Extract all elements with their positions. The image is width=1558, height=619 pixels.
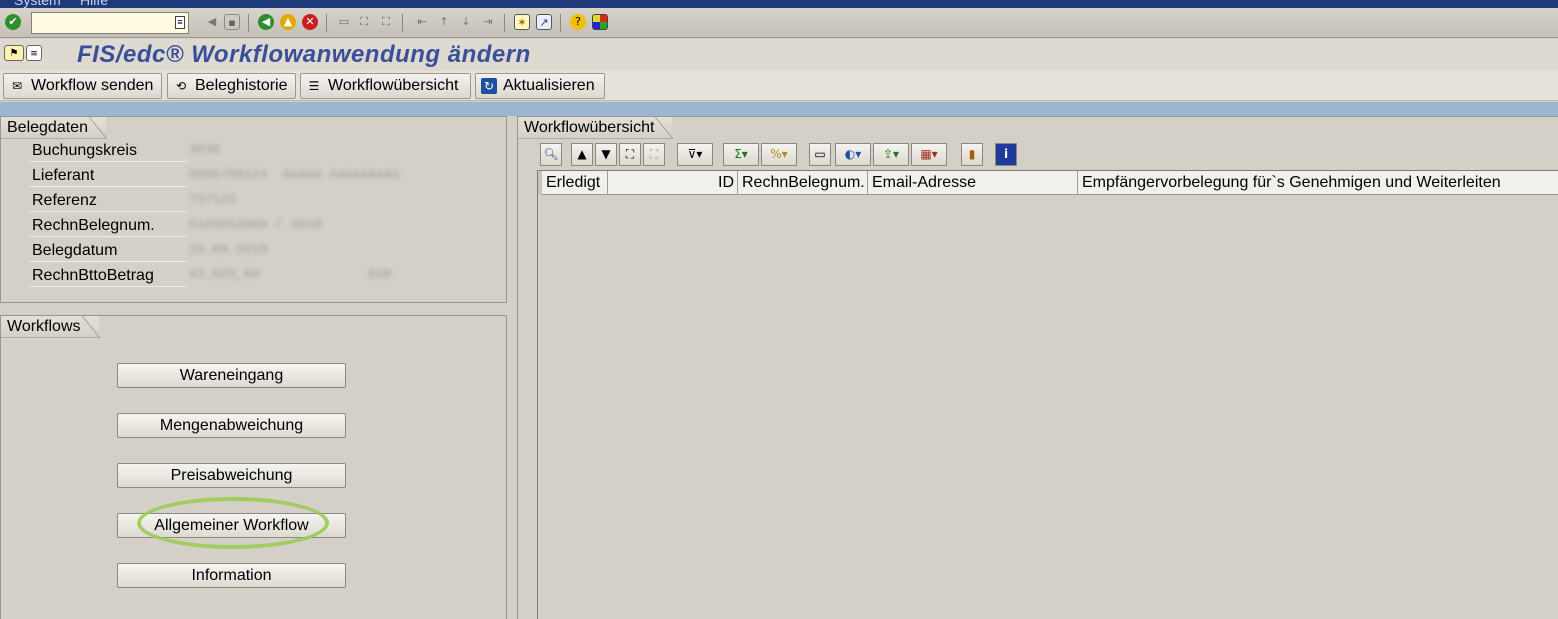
overview-icon: ☰ <box>308 79 320 93</box>
column-erledigt[interactable]: Erledigt <box>542 171 608 195</box>
history-icon: ⟲ <box>175 79 187 93</box>
sort-ascending-icon[interactable]: ▲ <box>571 143 593 166</box>
send-icon: ✉ <box>11 79 23 93</box>
refresh-icon: ↻ <box>481 78 497 94</box>
column-id[interactable]: ID <box>608 171 738 195</box>
find-next-icon[interactable]: ⛶ <box>643 143 665 166</box>
menu-help[interactable]: Hilfe <box>80 0 108 8</box>
field-label: Belegdatum <box>29 240 187 262</box>
workflow-senden-button[interactable]: ✉ Workflow senden <box>3 73 162 99</box>
graphic-icon[interactable]: ▮ <box>961 143 983 166</box>
field-label: Lieferant <box>29 165 187 187</box>
table-header: Erledigt ID RechnBelegnum. Email-Adresse… <box>538 171 1558 195</box>
field-value: 3030 <box>189 142 221 157</box>
layout-icon[interactable]: ▦▾ <box>911 143 947 166</box>
field-label: RechnBttoBetrag <box>29 265 187 287</box>
button-label: Workflowübersicht <box>328 77 459 94</box>
field-value: 25.09.2019 <box>189 242 268 257</box>
command-history-icon[interactable]: ≡ <box>175 16 185 29</box>
workflowuebersicht-title: Workflowübersicht <box>518 117 674 139</box>
alv-toolbar: 🔍︎ ▲ ▼ ⛶ ⛶ ⊽▾ Σ▾ %▾ ▭ ◐▾ ⇪▾ ▦▾ ▮ i <box>537 141 1558 169</box>
help-icon[interactable]: ? <box>570 14 586 30</box>
find-next-icon[interactable]: ⛶ <box>378 14 394 30</box>
subtotal-icon[interactable]: %▾ <box>761 143 797 166</box>
field-label: RechnBelegnum. <box>29 215 187 237</box>
customize-layout-icon[interactable] <box>592 14 608 30</box>
field-referenz: Referenz 737122 <box>29 190 499 213</box>
filter-icon[interactable]: ⊽▾ <box>677 143 713 166</box>
print-icon[interactable]: ▭ <box>809 143 831 166</box>
toolbar-separator <box>504 14 505 32</box>
field-belegdatum: Belegdatum 25.09.2019 <box>29 240 499 263</box>
field-rechnbttobetrag: RechnBttoBetrag 43.025,09 EUR <box>29 265 499 288</box>
export-icon[interactable]: ⇪▾ <box>873 143 909 166</box>
save-icon[interactable]: ▪ <box>224 14 240 30</box>
exit-icon[interactable]: ▲ <box>280 14 296 30</box>
command-field[interactable]: ≡ <box>31 12 189 34</box>
field-value: 0000709124 AAAAA AAAAAAAAA <box>189 167 400 182</box>
title-bar: ⚑ ≡ FIS/edc® Workflowanwendung ändern <box>0 39 1558 71</box>
belegdaten-panel: Belegdaten Buchungskreis 3030 Lieferant … <box>0 116 507 303</box>
first-page-icon[interactable]: ⇤ <box>414 14 430 30</box>
field-lieferant: Lieferant 0000709124 AAAAA AAAAAAAAA <box>29 165 499 188</box>
button-label: Aktualisieren <box>503 77 595 94</box>
field-rechnbelegnum: RechnBelegnum. 5103252089 / 2019 <box>29 215 499 238</box>
command-input[interactable] <box>32 13 172 33</box>
find-icon[interactable]: ⛶ <box>619 143 641 166</box>
allgemeiner-workflow-button[interactable]: Allgemeiner Workflow <box>117 513 346 538</box>
last-page-icon[interactable]: ⇥ <box>480 14 496 30</box>
mengenabweichung-button[interactable]: Mengenabweichung <box>117 413 346 438</box>
screen-list-icon[interactable]: ≡ <box>26 45 42 61</box>
column-rechnbelegnum[interactable]: RechnBelegnum. <box>738 171 868 195</box>
views-icon[interactable]: ◐▾ <box>835 143 871 166</box>
next-page-icon[interactable]: ↓ <box>458 14 474 30</box>
toolbar-separator <box>326 14 327 32</box>
belegdaten-title: Belegdaten <box>1 117 107 139</box>
field-value: 43.025,09 EUR <box>189 267 392 282</box>
enter-icon[interactable]: ✔ <box>5 14 21 30</box>
information-button[interactable]: Information <box>117 563 346 588</box>
find-icon[interactable]: ⛶ <box>356 14 372 30</box>
field-label: Buchungskreis <box>29 140 187 162</box>
page-title: FIS/edc® Workflowanwendung ändern <box>77 41 531 68</box>
menu-bar: System Hilfe <box>0 0 1558 8</box>
field-value: 5103252089 / 2019 <box>189 217 322 232</box>
column-empfaengervorbelegung[interactable]: Empfängervorbelegung für`s Genehmigen un… <box>1078 171 1558 195</box>
system-toolbar: ✔ ≡ ◀ ▪ ◀ ▲ ✕ ▭ ⛶ ⛶ ⇤ ↑ ↓ ⇥ ✶ ↗ ? <box>0 8 1558 38</box>
details-icon[interactable]: 🔍︎ <box>540 143 562 166</box>
workflowuebersicht-button[interactable]: ☰ Workflowübersicht <box>300 73 471 99</box>
column-email-adresse[interactable]: Email-Adresse <box>868 171 1078 195</box>
preisabweichung-button[interactable]: Preisabweichung <box>117 463 346 488</box>
cancel-icon[interactable]: ✕ <box>302 14 318 30</box>
menu-system[interactable]: System <box>14 0 61 8</box>
field-label: Referenz <box>29 190 187 212</box>
sort-descending-icon[interactable]: ▼ <box>595 143 617 166</box>
sum-icon[interactable]: Σ▾ <box>723 143 759 166</box>
screen-menu-icon[interactable]: ⚑ <box>4 45 24 61</box>
shortcut-icon[interactable]: ↗ <box>536 14 552 30</box>
divider-strip <box>0 102 1558 116</box>
create-session-icon[interactable]: ✶ <box>514 14 530 30</box>
toolbar-separator <box>402 14 403 32</box>
info-icon[interactable]: i <box>995 143 1017 166</box>
beleghistorie-button[interactable]: ⟲ Beleghistorie <box>167 73 296 99</box>
button-label: Workflow senden <box>31 77 154 94</box>
print-icon[interactable]: ▭ <box>336 14 352 30</box>
back-icon[interactable]: ◀ <box>258 14 274 30</box>
field-buchungskreis: Buchungskreis 3030 <box>29 140 499 163</box>
toolbar-separator <box>560 14 561 32</box>
previous-page-icon[interactable]: ↑ <box>436 14 452 30</box>
toolbar-separator <box>248 14 249 32</box>
aktualisieren-button[interactable]: ↻ Aktualisieren <box>475 73 605 99</box>
field-value: 737122 <box>189 192 236 207</box>
button-label: Beleghistorie <box>195 77 288 94</box>
wareneingang-button[interactable]: Wareneingang <box>117 363 346 388</box>
back-small-icon[interactable]: ◀ <box>204 14 220 30</box>
workflow-table[interactable]: Erledigt ID RechnBelegnum. Email-Adresse… <box>537 170 1558 619</box>
workflows-title: Workflows <box>1 316 99 338</box>
application-toolbar: ✉ Workflow senden ⟲ Beleghistorie ☰ Work… <box>0 71 1558 101</box>
